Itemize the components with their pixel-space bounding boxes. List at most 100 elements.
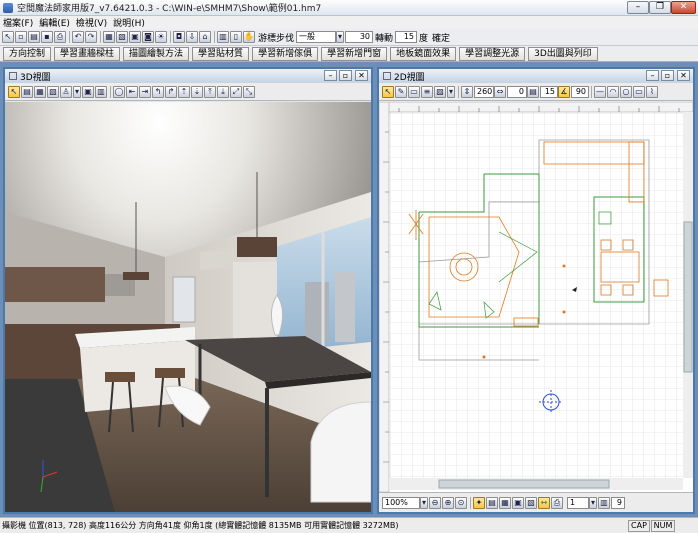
step-value-field[interactable]: 30 xyxy=(345,31,374,43)
learn-materials-button[interactable]: 學習貼材質 xyxy=(192,46,250,61)
learn-lighting-button[interactable]: 學習調整光源 xyxy=(459,46,526,61)
menu-file[interactable]: 檔案(F) xyxy=(0,16,36,29)
layer-icon[interactable]: ▤ xyxy=(486,496,498,509)
menu-edit[interactable]: 編輯(E) xyxy=(36,16,73,29)
floor-reflection-button[interactable]: 地板鏡面效果 xyxy=(390,46,457,61)
undo-icon[interactable]: ↶ xyxy=(72,31,84,43)
orbit-icon[interactable]: ◯ xyxy=(113,85,125,98)
render-icon[interactable]: ▣ xyxy=(129,31,141,43)
zoom-in-icon[interactable]: ⊕ xyxy=(442,496,454,509)
hand-icon[interactable]: ✋ xyxy=(243,31,255,43)
door-icon[interactable]: ▯ xyxy=(230,31,242,43)
confirm-button[interactable]: 確定 xyxy=(432,31,450,44)
wall-icon[interactable]: ▥ xyxy=(217,31,229,43)
rectangle-icon[interactable]: ▭ xyxy=(633,85,645,98)
print-3d-button[interactable]: 3D出圖與列印 xyxy=(528,46,598,61)
circle-icon[interactable]: ○ xyxy=(620,85,632,98)
pick-icon[interactable]: ✦ xyxy=(473,496,485,509)
pencil-icon[interactable]: ✎ xyxy=(395,85,407,98)
zoom-fit-icon[interactable]: ⊙ xyxy=(455,496,467,509)
layer-2-icon[interactable]: ▦ xyxy=(499,496,511,509)
tilt-down-icon[interactable]: ⤓ xyxy=(217,85,229,98)
view-2d-close-button[interactable]: ✕ xyxy=(677,70,690,81)
print-icon[interactable]: ⎙ xyxy=(54,31,66,43)
zoom-in-icon[interactable]: ⤢ xyxy=(230,85,242,98)
light-icon[interactable]: ☀ xyxy=(155,31,167,43)
monitor-icon[interactable]: ▣ xyxy=(82,85,94,98)
rotate-value-field[interactable]: 15 xyxy=(395,31,418,43)
chevron-down-icon[interactable]: ▾ xyxy=(589,496,597,509)
page-count-field[interactable]: 9 xyxy=(611,496,625,509)
angle-field[interactable]: 90 xyxy=(571,85,589,98)
height-field[interactable]: 260 xyxy=(474,85,494,98)
home-icon[interactable]: ⌂ xyxy=(199,31,211,43)
dimension-icon[interactable]: ⇿ xyxy=(538,496,550,509)
view-2d-minimize-button[interactable]: – xyxy=(646,70,659,81)
tilt-up-icon[interactable]: ⤒ xyxy=(204,85,216,98)
grid-view-icon[interactable]: ▦ xyxy=(34,85,46,98)
floor-plan-canvas[interactable] xyxy=(379,102,693,492)
page-icon[interactable]: ▥ xyxy=(598,496,610,509)
view-3d-maximize-button[interactable]: ▫ xyxy=(339,70,352,81)
save-icon[interactable]: ▪ xyxy=(41,31,53,43)
pointer-icon[interactable]: ↖ xyxy=(2,31,14,43)
page-select[interactable]: 1 xyxy=(567,496,589,509)
arc-icon[interactable]: ◠ xyxy=(607,85,619,98)
step-mode-select[interactable]: 一般 xyxy=(296,31,337,43)
render-3d-viewport[interactable] xyxy=(5,102,371,512)
furniture-icon[interactable]: ◘ xyxy=(173,31,185,43)
learn-walls-button[interactable]: 學習畫牆樑柱 xyxy=(54,46,121,61)
vertical-scroll-thumb[interactable] xyxy=(683,221,693,373)
turn-left-icon[interactable]: ↰ xyxy=(152,85,164,98)
layout-icon[interactable]: ▧ xyxy=(47,85,59,98)
lamp-icon[interactable]: ♙ xyxy=(60,85,72,98)
maximize-button[interactable]: ❐ xyxy=(649,1,671,14)
learn-direction-button[interactable]: 方向控制 xyxy=(3,46,52,61)
learn-furniture-button[interactable]: 學習新增傢俱 xyxy=(252,46,319,61)
turn-right-icon[interactable]: ↱ xyxy=(165,85,177,98)
learn-doors-windows-button[interactable]: 學習新增門窗 xyxy=(321,46,388,61)
layer-4-icon[interactable]: ▧ xyxy=(525,496,537,509)
print-view-icon[interactable]: ⎙ xyxy=(551,496,563,509)
zoom-out-icon[interactable]: ⤡ xyxy=(243,85,255,98)
hatch-icon[interactable]: ▨ xyxy=(434,85,446,98)
snapshot-icon[interactable]: ▤ xyxy=(21,85,33,98)
view-2d-maximize-button[interactable]: ▫ xyxy=(661,70,674,81)
zoom-out-icon[interactable]: ⊖ xyxy=(429,496,441,509)
new-file-icon[interactable]: ▫ xyxy=(15,31,27,43)
offset-field[interactable]: 0 xyxy=(507,85,527,98)
chevron-down-icon[interactable]: ▾ xyxy=(73,85,81,98)
view-3d-minimize-button[interactable]: – xyxy=(324,70,337,81)
chevron-down-icon[interactable]: ▾ xyxy=(336,31,345,43)
chevron-down-icon[interactable]: ▾ xyxy=(447,85,455,98)
view-3d-close-button[interactable]: ✕ xyxy=(355,70,368,81)
wall-draw-icon[interactable]: ▭ xyxy=(408,85,420,98)
thickness-field[interactable]: 15 xyxy=(540,85,558,98)
redo-icon[interactable]: ↷ xyxy=(85,31,97,43)
chevron-down-icon[interactable]: ▾ xyxy=(420,496,428,509)
menu-help[interactable]: 說明(H) xyxy=(110,16,148,29)
move-down-icon[interactable]: ⇣ xyxy=(191,85,203,98)
learn-tracing-button[interactable]: 描圖繪製方法 xyxy=(123,46,190,61)
camera-icon[interactable]: ◙ xyxy=(142,31,154,43)
select-pointer-icon[interactable]: ↖ xyxy=(382,85,394,98)
download-icon[interactable]: ⇩ xyxy=(186,31,198,43)
polyline-icon[interactable]: ⌇ xyxy=(646,85,658,98)
zoom-select[interactable]: 100% xyxy=(382,496,420,509)
move-left-icon[interactable]: ⇤ xyxy=(126,85,138,98)
move-up-icon[interactable]: ⇡ xyxy=(178,85,190,98)
select-pointer-icon[interactable]: ↖ xyxy=(8,85,20,98)
export-icon[interactable]: ▦ xyxy=(103,31,115,43)
import-icon[interactable]: ▧ xyxy=(116,31,128,43)
open-folder-icon[interactable]: ▤ xyxy=(28,31,40,43)
move-right-icon[interactable]: ⇥ xyxy=(139,85,151,98)
minimize-button[interactable]: – xyxy=(627,1,649,14)
layer-3-icon[interactable]: ▣ xyxy=(512,496,524,509)
building-icon[interactable]: ▥ xyxy=(95,85,107,98)
beam-icon[interactable]: ≡ xyxy=(421,85,433,98)
line-icon[interactable]: — xyxy=(594,85,606,98)
close-button[interactable]: ✕ xyxy=(671,1,696,14)
angle-icon[interactable]: ∡ xyxy=(558,85,570,98)
menu-view[interactable]: 檢視(V) xyxy=(73,16,110,29)
horizontal-scroll-thumb[interactable] xyxy=(438,479,610,489)
